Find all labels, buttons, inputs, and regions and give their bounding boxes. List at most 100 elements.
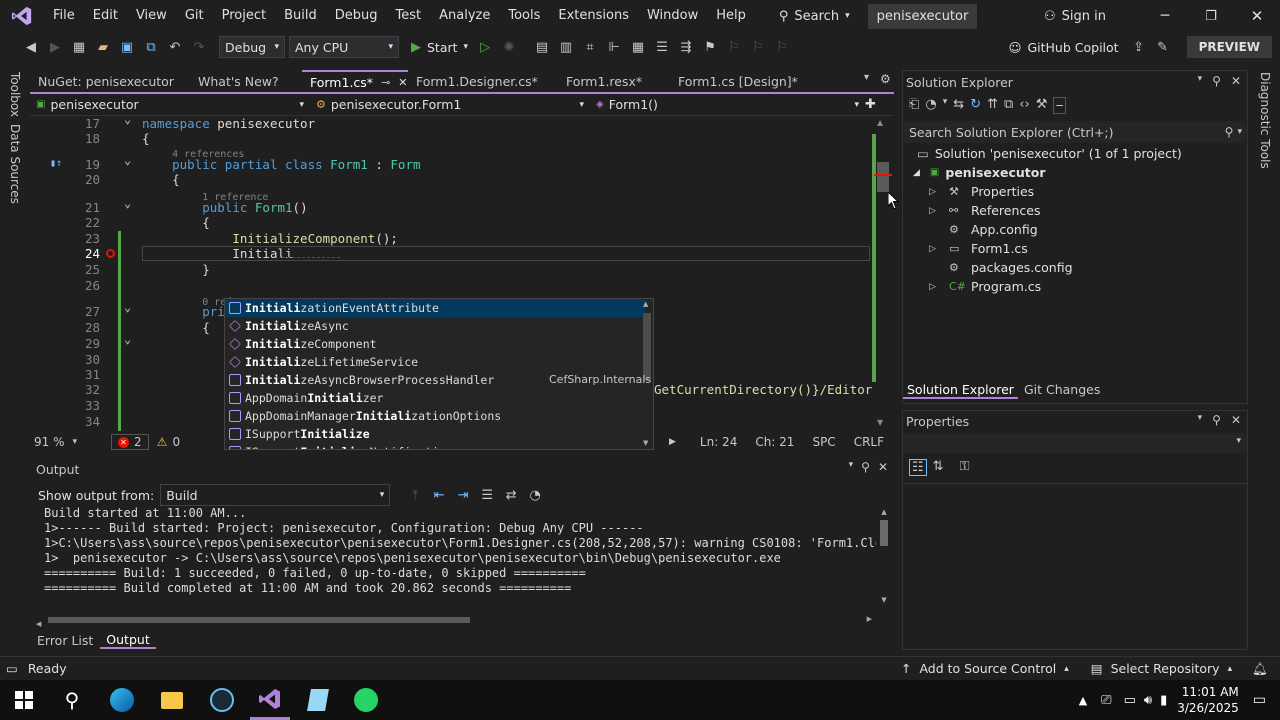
expand-arrow-icon[interactable]: ▷ — [929, 187, 949, 197]
start-button[interactable]: ▶ Start ▾ — [411, 40, 468, 55]
column-number[interactable]: Ch: 21 — [755, 435, 794, 449]
tab-document-4[interactable]: Form1.resx* — [558, 70, 670, 92]
battery-icon[interactable]: ▮ — [1160, 693, 1167, 708]
refresh-icon[interactable]: ↻ — [970, 97, 981, 114]
tab-document-2[interactable]: Form1.cs* ⊸ ✕ — [302, 70, 408, 92]
undo-icon[interactable]: ↶ — [164, 36, 186, 58]
pin-icon[interactable]: ⚲ — [1212, 413, 1221, 427]
sign-in-button[interactable]: ⚇ Sign in — [1044, 9, 1106, 24]
collapse-all-icon[interactable]: ⇈ — [987, 97, 998, 114]
save-all-icon[interactable]: ⧉ — [140, 36, 162, 58]
code-line[interactable]: } — [142, 262, 210, 277]
edge-icon[interactable] — [102, 680, 142, 720]
tab-document-5[interactable]: Form1.cs [Design]* — [670, 70, 820, 92]
code-line[interactable]: { — [142, 172, 180, 187]
search-box[interactable]: ⚲ Search ▾ — [779, 9, 850, 24]
start-without-debug-icon[interactable]: ▷ — [474, 36, 496, 58]
configuration-select[interactable]: Debug ▾ — [219, 36, 285, 58]
menu-help[interactable]: Help — [707, 0, 755, 32]
minimize-button[interactable]: ─ — [1142, 8, 1188, 24]
code-line[interactable]: { — [142, 131, 150, 146]
history-icon[interactable]: ◔ — [925, 97, 936, 114]
open-icon[interactable]: ▰ — [92, 36, 114, 58]
platform-select[interactable]: Any CPU ▾ — [289, 36, 399, 58]
chevron-down-icon[interactable]: ▾ — [1198, 413, 1203, 427]
tree-item[interactable]: ▷ C# Program.cs — [903, 277, 1247, 296]
volume-icon[interactable]: 🔊︎ — [1144, 693, 1152, 708]
chevron-down-icon[interactable]: ▾ — [1198, 74, 1203, 88]
tab-document-0[interactable]: NuGet: penisexecutor — [30, 70, 190, 92]
intellisense-item[interactable]: Initiali zeAsync — [225, 317, 645, 335]
switch-views-icon[interactable]: ⎗ — [909, 97, 919, 114]
tree-item[interactable]: ▷ ⚒ Properties — [903, 182, 1247, 201]
forward-icon[interactable]: ▶ — [44, 36, 66, 58]
expand-arrow-icon[interactable]: ◢ — [913, 168, 920, 178]
menu-build[interactable]: Build — [275, 0, 326, 32]
tree-item[interactable]: ⚙ packages.config — [903, 258, 1247, 277]
close-tab-icon[interactable]: ✕ — [398, 76, 407, 89]
warning-indicator[interactable]: ⚠ 0 — [157, 435, 180, 449]
fold-arrow-icon[interactable]: ⌄ — [124, 116, 131, 126]
class-dropdown[interactable]: ⚙ penisexecutor.Form1 ▾ — [310, 97, 590, 112]
save-icon[interactable]: ▣ — [116, 36, 138, 58]
menu-file[interactable]: File — [44, 0, 84, 32]
bookmark-clear-icon[interactable]: ⚐ — [771, 36, 793, 58]
scroll-right-icon[interactable]: ▶ — [669, 437, 676, 447]
output-text[interactable]: Build started at 11:00 AM... 1>------ Bui… — [44, 506, 876, 596]
pin-tab-icon[interactable]: ⊸ — [381, 76, 390, 89]
pin-icon[interactable]: ⚲ — [861, 460, 870, 474]
close-icon[interactable]: ✕ — [878, 460, 888, 474]
scroll-up-icon[interactable]: ▲ — [643, 300, 648, 308]
select-repository-button[interactable]: Select Repository — [1111, 661, 1220, 676]
menu-git[interactable]: Git — [176, 0, 213, 32]
expand-arrow-icon[interactable]: ▷ — [929, 282, 949, 292]
fold-arrow-icon[interactable]: ⌄ — [124, 300, 131, 314]
fold-arrow-icon[interactable]: ⌄ — [124, 332, 131, 346]
line-number[interactable]: Ln: 24 — [700, 435, 737, 449]
code-line[interactable]: public Form1() — [142, 200, 307, 215]
comment-icon[interactable]: ▦ — [627, 36, 649, 58]
expand-arrow-icon[interactable]: ▷ — [929, 244, 949, 254]
feedback-icon[interactable]: ✎ — [1152, 36, 1174, 58]
intellisense-item[interactable]: Initiali zeComponent — [225, 335, 645, 353]
whatsapp-icon[interactable] — [346, 680, 386, 720]
goto-next-icon[interactable]: ⇤ — [428, 484, 450, 506]
close-icon[interactable]: ✕ — [1231, 413, 1241, 427]
tab-error-list[interactable]: Error List — [30, 633, 100, 648]
tab-document-3[interactable]: Form1.Designer.cs* — [408, 70, 558, 92]
solution-search[interactable]: Search Solution Explorer (Ctrl+;) ⚲ ▾ — [904, 121, 1246, 143]
menu-edit[interactable]: Edit — [84, 0, 127, 32]
chevron-down-icon[interactable]: ▾ — [943, 97, 948, 114]
tray-overflow-icon[interactable]: ▲ — [1079, 694, 1087, 707]
code-line[interactable]: Initiali — [142, 246, 292, 261]
tab-solution-explorer[interactable]: Solution Explorer — [903, 382, 1018, 399]
steam-icon[interactable] — [202, 680, 242, 720]
code-line[interactable]: InitializeComponent(); — [142, 231, 398, 246]
menu-window[interactable]: Window — [638, 0, 707, 32]
scroll-right-icon[interactable]: ▶ — [867, 615, 872, 623]
alphabetical-icon[interactable]: ⇅ — [933, 459, 944, 476]
scroll-thumb[interactable] — [48, 617, 470, 623]
output-vscrollbar[interactable]: ▲ ▼ — [878, 508, 890, 610]
align-icon[interactable]: ⊩ — [603, 36, 625, 58]
code-line[interactable]: namespace penisexecutor — [142, 116, 315, 131]
tab-output[interactable]: Output — [100, 632, 156, 649]
layout-icon[interactable]: ▥ — [555, 36, 577, 58]
add-source-control-button[interactable]: Add to Source Control — [919, 661, 1056, 676]
restore-button[interactable]: ❐ — [1188, 9, 1234, 24]
network-icon[interactable]: ▭ — [1124, 693, 1136, 708]
bookmark-icon[interactable]: ⚑ — [699, 36, 721, 58]
menu-debug[interactable]: Debug — [326, 0, 387, 32]
line-ending[interactable]: CRLF — [854, 435, 884, 449]
scroll-down-icon[interactable]: ▼ — [877, 418, 883, 427]
menu-tools[interactable]: Tools — [499, 0, 549, 32]
sync-icon[interactable]: ⇆ — [953, 97, 964, 114]
visual-studio-icon[interactable] — [250, 680, 290, 720]
goto-previous-icon[interactable]: ⤒ — [404, 484, 426, 506]
tree-item[interactable]: ▷ ⚯ References — [903, 201, 1247, 220]
split-icon[interactable]: ✚ — [865, 97, 876, 112]
browse-folder-icon[interactable]: ▤ — [531, 36, 553, 58]
intellisense-item[interactable]: AppDomain Initiali zer — [225, 389, 645, 407]
tray-app-icon[interactable]: ⎚ — [1101, 693, 1111, 708]
close-window-button[interactable]: ✕ — [1234, 7, 1280, 25]
